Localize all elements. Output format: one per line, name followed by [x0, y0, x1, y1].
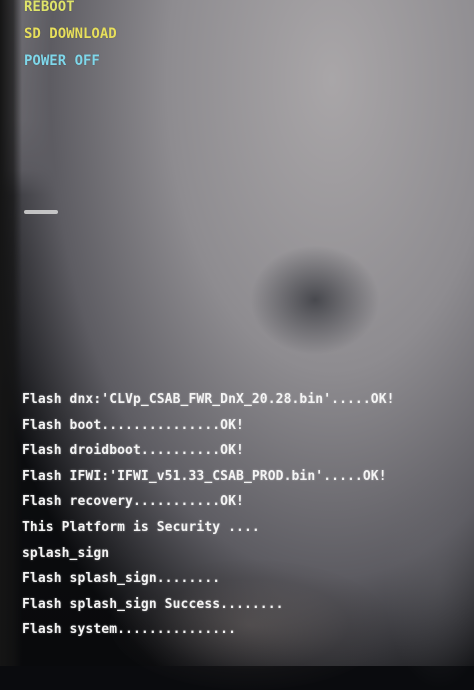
- screen-reflection-highlight: [24, 210, 58, 214]
- boot-menu-item-power-off[interactable]: POWER OFF: [24, 48, 117, 75]
- log-line-flash-ifwi: Flash IFWI:'IFWI_v51.33_CSAB_PROD.bin'..…: [22, 468, 387, 484]
- edge-glare: [384, 470, 474, 690]
- boot-menu: REBOOT SD DOWNLOAD POWER OFF: [24, 0, 117, 75]
- log-line-platform-security: This Platform is Security ....: [22, 519, 260, 535]
- log-line-splash-sign: splash_sign: [22, 545, 110, 561]
- log-line-flash-dnx: Flash dnx:'CLVp_CSAB_FWR_DnX_20.28.bin'.…: [22, 392, 395, 407]
- log-line-flash-recovery: Flash recovery...........OK!: [22, 494, 244, 510]
- log-line-flash-system: Flash system...............: [22, 622, 237, 638]
- flash-log: Flash dnx:'CLVp_CSAB_FWR_DnX_20.28.bin'.…: [22, 387, 395, 643]
- boot-menu-item-sd-download[interactable]: SD DOWNLOAD: [24, 21, 117, 48]
- log-line-splash-sign-success: Flash splash_sign Success........: [22, 596, 284, 612]
- log-line-flash-splash-sign: Flash splash_sign........: [22, 571, 221, 587]
- screen-reflection-shape: [250, 245, 380, 355]
- log-line-flash-boot: Flash boot...............OK!: [22, 417, 244, 433]
- boot-menu-item-reboot[interactable]: REBOOT: [24, 0, 117, 21]
- log-line-flash-droidboot: Flash droidboot..........OK!: [22, 443, 244, 459]
- bezel-shadow: [0, 0, 22, 666]
